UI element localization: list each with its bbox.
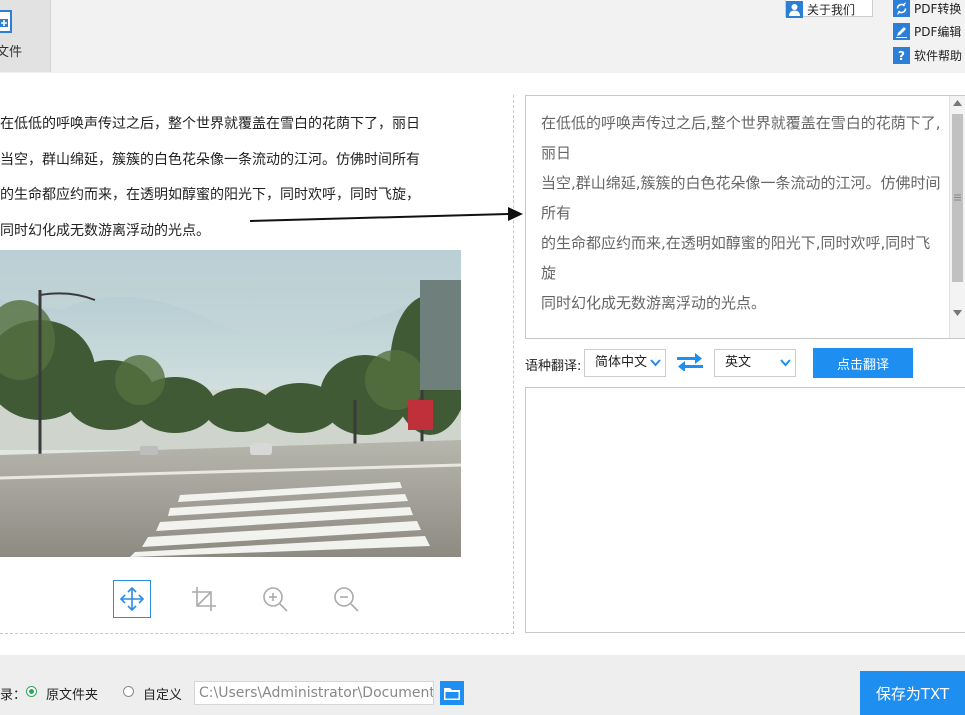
recognized-text-box[interactable]: 在低低的呼唤声传过之后,整个世界就覆盖在雪白的花荫下了,丽日 当空,群山绵延,簇… (525, 95, 965, 339)
translation-output-box[interactable] (525, 387, 965, 633)
original-folder-label: 原文件夹 (46, 688, 99, 703)
pencil-icon (893, 23, 910, 40)
swap-icon[interactable] (677, 353, 703, 371)
recognized-line: 同时幻化成无数游离浮动的光点。 (541, 294, 767, 312)
translate-bar: 语种翻译: 简体中文 英文 点击翻译 (525, 347, 965, 381)
target-language-select[interactable]: 英文 (714, 349, 796, 377)
move-tool-button[interactable] (113, 580, 151, 618)
grip-icon (954, 194, 961, 201)
about-label: 关于我们 (807, 3, 856, 17)
zoom-in-button[interactable] (256, 580, 294, 618)
source-photo (0, 250, 461, 557)
recognized-line: 的生命都应约而来,在透明如醇蜜的阳光下,同时欢呼,同时飞旋 (541, 234, 931, 282)
target-language-value: 英文 (725, 355, 752, 370)
save-txt-button[interactable]: 保存为TXT (860, 671, 965, 715)
output-path-input[interactable]: C:\Users\Administrator\Documents (194, 681, 434, 705)
scroll-down-icon (953, 310, 962, 316)
output-dir-label: 录： (0, 688, 27, 703)
pdf-edit-label: PDF编辑 (914, 25, 962, 39)
browse-folder-button[interactable] (440, 681, 464, 705)
scrollbar-thumb[interactable] (952, 114, 963, 282)
custom-folder-radio[interactable] (123, 686, 134, 697)
folder-icon (444, 687, 460, 700)
custom-folder-label: 自定义 (143, 688, 183, 703)
scroll-up-icon (953, 100, 962, 106)
pdf-edit-button[interactable]: PDF编辑 (893, 22, 961, 41)
open-file-button[interactable]: 文件 (0, 0, 51, 72)
zoom-out-icon (334, 587, 359, 612)
translate-label: 语种翻译: (525, 359, 582, 374)
zoom-out-button[interactable] (327, 580, 365, 618)
help-button[interactable]: ? 软件帮助 (893, 46, 962, 65)
question-icon: ? (893, 47, 910, 64)
source-language-value: 简体中文 (595, 355, 648, 370)
help-label: 软件帮助 (914, 49, 963, 63)
recognized-line: 当空,群山绵延,簇簇的白色花朵像一条流动的江河。仿佛时间所有 (541, 174, 941, 222)
recognized-text: 在低低的呼唤声传过之后,整个世界就覆盖在雪白的花荫下了,丽日 当空,群山绵延,簇… (541, 108, 941, 318)
crop-icon (192, 587, 216, 611)
pdf-convert-label: PDF转换 (914, 2, 962, 16)
about-button[interactable]: 关于我们 (786, 0, 855, 19)
recognized-line: 在低低的呼唤声传过之后,整个世界就覆盖在雪白的花荫下了,丽日 (541, 114, 941, 162)
top-toolbar: 文件 关于我们 PDF转换 PDF编辑 ? 软件帮助 (0, 0, 965, 73)
vertical-scrollbar[interactable] (949, 96, 965, 338)
source-text: 在低低的呼唤声传过之后，整个世界就覆盖在雪白的花荫下了，丽日 当空，群山绵延，簇… (0, 107, 500, 249)
open-file-label: 文件 (0, 45, 23, 60)
bottom-bar: 录： 原文件夹 自定义 C:\Users\Administrator\Docum… (0, 655, 965, 715)
user-icon (786, 1, 803, 18)
source-language-select[interactable]: 简体中文 (584, 349, 666, 377)
refresh-icon (893, 0, 910, 17)
chevron-down-icon (780, 359, 791, 367)
chevron-down-icon (650, 359, 661, 367)
original-folder-radio[interactable] (26, 686, 37, 697)
move-icon (119, 586, 145, 612)
translate-button[interactable]: 点击翻译 (813, 348, 913, 378)
zoom-in-icon (263, 587, 288, 612)
source-line: 当空，群山绵延，簇簇的白色花朵像一条流动的江河。仿佛时间所有 (0, 151, 420, 168)
add-file-icon (0, 10, 12, 33)
source-line: 在低低的呼唤声传过之后，整个世界就覆盖在雪白的花荫下了，丽日 (0, 116, 420, 132)
arrow-right-icon (250, 207, 523, 222)
pdf-convert-button[interactable]: PDF转换 (893, 0, 961, 18)
crop-tool-button[interactable] (185, 580, 223, 618)
